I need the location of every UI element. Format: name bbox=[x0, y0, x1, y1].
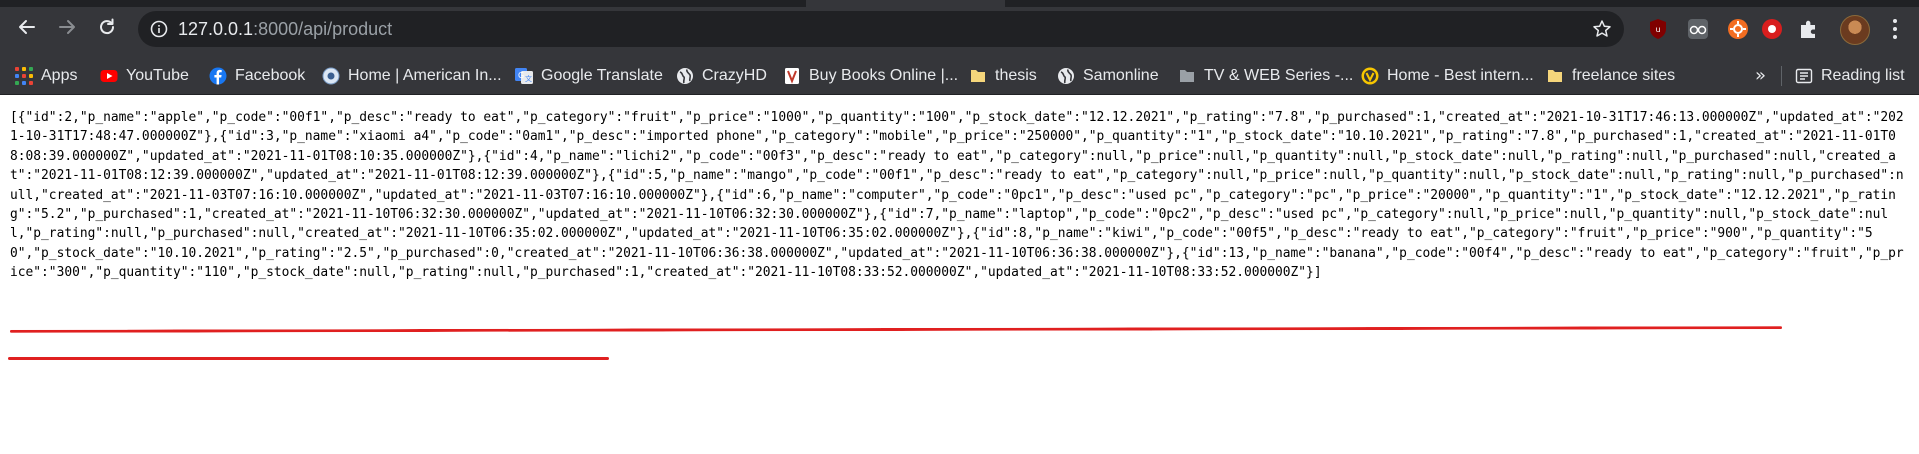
folder-icon bbox=[971, 70, 985, 82]
bookmark-samonline[interactable]: Samonline bbox=[1057, 58, 1159, 94]
reading-list-icon bbox=[1795, 68, 1813, 84]
bookmark-label: Facebook bbox=[235, 67, 306, 84]
bookmark-apps[interactable]: Apps bbox=[15, 58, 77, 94]
address-bar[interactable]: 127.0.0.1:8000/api/product bbox=[138, 11, 1624, 47]
bookmark-label: YouTube bbox=[126, 67, 189, 84]
url-path: :8000/api/product bbox=[253, 19, 393, 39]
bookmark-google-translate[interactable]: G 文 Google Translate bbox=[515, 58, 663, 94]
bookmark-label: Home | American In... bbox=[348, 67, 502, 84]
reading-list-label: Reading list bbox=[1821, 67, 1905, 84]
browser-toolbar: 127.0.0.1:8000/api/product u bbox=[0, 0, 1919, 58]
bookmark-label: thesis bbox=[995, 67, 1037, 84]
folder-icon bbox=[1180, 70, 1194, 82]
google-translate-icon: G 文 bbox=[515, 68, 533, 84]
tab-strip-right bbox=[1005, 0, 1919, 7]
page-content: [{"id":2,"p_name":"apple","p_code":"00f1… bbox=[10, 108, 1909, 283]
forward-button[interactable] bbox=[53, 13, 81, 41]
bookmark-label: TV & WEB Series -... bbox=[1204, 67, 1354, 84]
globe-icon bbox=[677, 68, 693, 84]
star-icon[interactable] bbox=[1592, 19, 1612, 39]
ublock-extension[interactable]: u bbox=[1646, 17, 1670, 41]
bookmark-label: freelance sites bbox=[1572, 67, 1676, 84]
bookmarks-bar: Apps YouTube Facebook Home | American In… bbox=[0, 58, 1919, 95]
annotation-underline-1 bbox=[9, 326, 1783, 333]
bookmark-thesis[interactable]: thesis bbox=[969, 58, 1037, 94]
extensions-button[interactable] bbox=[1797, 17, 1821, 41]
bookmark-label: Home - Best intern... bbox=[1387, 67, 1534, 84]
reload-icon bbox=[100, 18, 115, 35]
eyeglasses-extension[interactable] bbox=[1686, 17, 1710, 41]
apps-grid-icon bbox=[15, 67, 33, 85]
bookmark-buy-books[interactable]: Buy Books Online |... bbox=[783, 58, 958, 94]
bookmarks-divider bbox=[1781, 66, 1782, 86]
book-icon bbox=[785, 68, 799, 84]
reading-list-button[interactable]: Reading list bbox=[1795, 58, 1905, 94]
tab-strip bbox=[0, 0, 806, 7]
back-button[interactable] bbox=[13, 13, 41, 41]
bookmark-crazyhd[interactable]: CrazyHD bbox=[676, 58, 767, 94]
bookmark-label: CrazyHD bbox=[702, 67, 767, 84]
bookmark-facebook[interactable]: Facebook bbox=[209, 58, 305, 94]
arrow-right-icon bbox=[59, 20, 75, 34]
globe-icon bbox=[1058, 68, 1074, 84]
gear-orange-icon bbox=[1728, 19, 1748, 39]
json-response-text: [{"id":2,"p_name":"apple","p_code":"00f1… bbox=[10, 110, 1904, 281]
url-host: 127.0.0.1 bbox=[178, 19, 254, 39]
profile-avatar[interactable] bbox=[1840, 15, 1870, 45]
svg-text:u: u bbox=[1655, 25, 1660, 34]
bookmark-label: Apps bbox=[41, 67, 78, 84]
svg-text:文: 文 bbox=[525, 74, 532, 83]
bookmark-freelance-sites[interactable]: freelance sites bbox=[1546, 58, 1675, 94]
annotation-underline-2 bbox=[8, 357, 609, 360]
eyeglasses-icon bbox=[1688, 19, 1708, 39]
folder-icon bbox=[1548, 70, 1562, 82]
red-record-icon bbox=[1762, 19, 1782, 39]
globe-badge-icon bbox=[322, 67, 340, 85]
reload-button[interactable] bbox=[93, 13, 121, 41]
facebook-icon bbox=[209, 67, 227, 85]
record-extension[interactable] bbox=[1760, 17, 1784, 41]
puzzle-piece-icon bbox=[1801, 20, 1815, 38]
bookmark-best-intern[interactable]: Home - Best intern... bbox=[1361, 58, 1534, 94]
yellow-v-icon bbox=[1361, 67, 1379, 85]
info-icon[interactable] bbox=[150, 20, 168, 38]
bookmark-tv-web-series[interactable]: TV & WEB Series -... bbox=[1178, 58, 1353, 94]
bookmark-label: Google Translate bbox=[541, 67, 663, 84]
arrow-left-icon bbox=[19, 20, 35, 34]
bookmark-label: Buy Books Online |... bbox=[809, 67, 959, 84]
ublock-icon: u bbox=[1650, 19, 1666, 39]
bookmark-youtube[interactable]: YouTube bbox=[100, 58, 189, 94]
orange-extension[interactable] bbox=[1726, 17, 1750, 41]
svg-text:G: G bbox=[518, 71, 524, 80]
youtube-icon bbox=[100, 70, 118, 82]
bookmark-label: Samonline bbox=[1083, 67, 1159, 84]
kebab-menu-icon[interactable] bbox=[1885, 17, 1905, 41]
bookmark-american-in[interactable]: Home | American In... bbox=[322, 58, 502, 94]
more-bookmarks-chevron[interactable]: » bbox=[1755, 58, 1766, 94]
url-text[interactable]: 127.0.0.1:8000/api/product bbox=[178, 19, 392, 40]
